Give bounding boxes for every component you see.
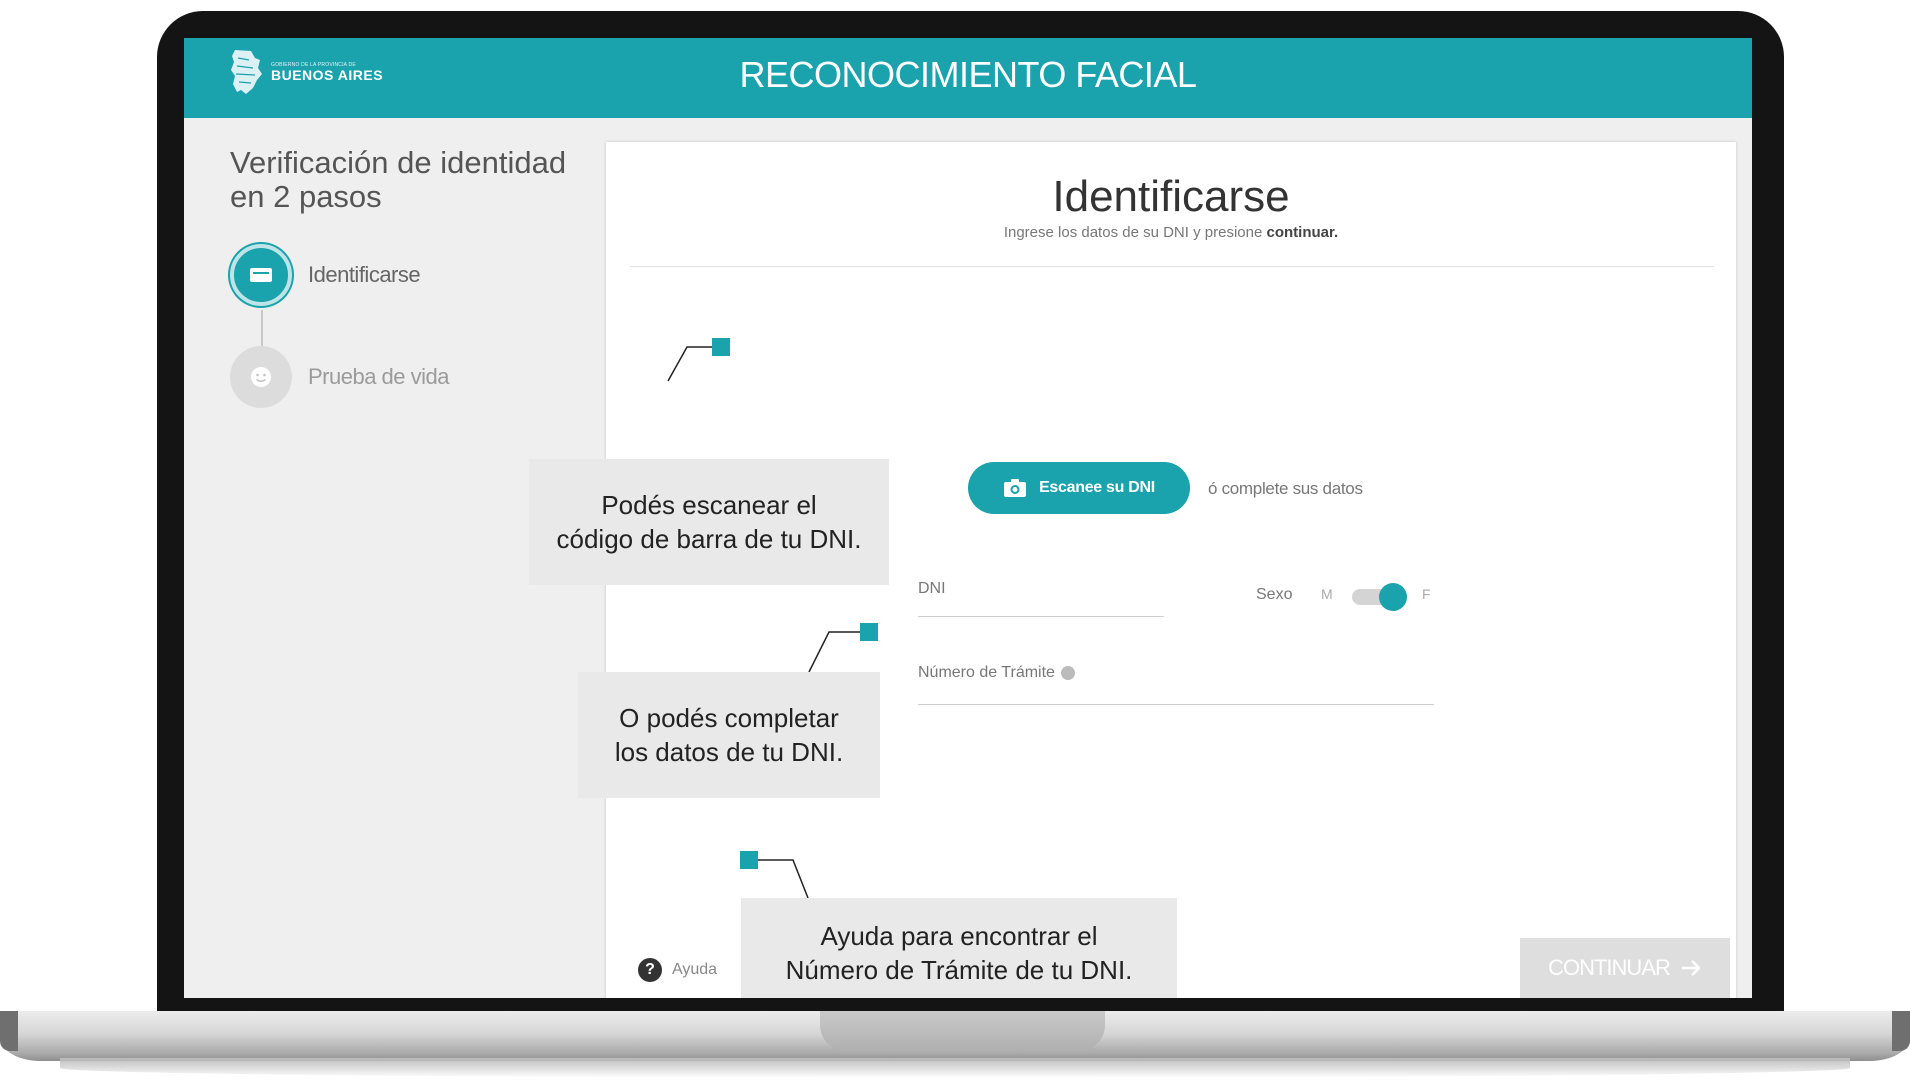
- scan-button-label: Escanee su DNI: [1039, 479, 1155, 496]
- tramite-field-label: Número de Trámite: [918, 664, 1075, 682]
- sexo-option-f: F: [1422, 586, 1431, 602]
- laptop-base-edge-right: [1892, 1011, 1910, 1051]
- sexo-label: Sexo: [1256, 586, 1293, 603]
- arrow-right-icon: [1681, 960, 1701, 976]
- toggle-knob: [1379, 583, 1407, 611]
- scan-dni-button[interactable]: Escanee su DNI: [968, 462, 1190, 514]
- form-title: Identificarse: [1052, 172, 1290, 221]
- sexo-toggle[interactable]: [1352, 583, 1408, 611]
- annotation-line: Ayuda para encontrar el: [820, 921, 1098, 951]
- annotation-line: código de barra de tu DNI.: [556, 524, 862, 554]
- annotation-complete: O podés completar los datos de tu DNI.: [578, 672, 880, 798]
- face-icon: [251, 367, 271, 387]
- dni-input[interactable]: [918, 616, 1164, 617]
- step-identificarse[interactable]: Identificarse: [230, 244, 421, 306]
- camera-icon: [1004, 479, 1027, 497]
- app-title: RECONOCIMIENTO FACIAL: [739, 54, 1197, 95]
- sidebar-title: Verificación de identidad en 2 pasos: [230, 145, 567, 214]
- tramite-input[interactable]: [918, 704, 1434, 705]
- step-label: Identificarse: [308, 262, 421, 287]
- id-card-icon: [250, 268, 272, 282]
- annotation-scan: Podés escanear el código de barra de tu …: [529, 459, 889, 585]
- step-label: Prueba de vida: [308, 364, 450, 389]
- continue-button[interactable]: CONTINUAR: [1520, 938, 1730, 998]
- help-icon: ?: [638, 958, 662, 982]
- step-circle-pending: [230, 346, 292, 408]
- help-link[interactable]: ? Ayuda: [638, 958, 717, 982]
- dni-field-label: DNI: [918, 580, 946, 597]
- divider: [630, 266, 1714, 267]
- annotation-line: Número de Trámite de tu DNI.: [785, 955, 1133, 985]
- tramite-label-text: Número de Trámite: [918, 664, 1055, 681]
- laptop-shadow: [60, 1058, 1850, 1078]
- help-label: Ayuda: [672, 961, 718, 978]
- step-connector: [261, 310, 263, 346]
- step-prueba-de-vida[interactable]: Prueba de vida: [230, 346, 450, 408]
- annotation-help: Ayuda para encontrar el Número de Trámit…: [741, 898, 1177, 998]
- annotation-line: los datos de tu DNI.: [614, 737, 844, 767]
- app-header: GOBIERNO DE LA PROVINCIA DE BUENOS AIRES…: [184, 38, 1752, 118]
- info-icon[interactable]: [1060, 666, 1075, 680]
- laptop-notch: [820, 1011, 1105, 1051]
- step-circle-active: [230, 244, 292, 306]
- continue-button-label: CONTINUAR: [1548, 955, 1671, 980]
- sexo-option-m: M: [1321, 586, 1333, 602]
- form-subtitle: Ingrese los datos de su DNI y presione c…: [606, 224, 1736, 241]
- annotation-line: O podés completar: [619, 703, 839, 733]
- scan-alternative-text: ó complete sus datos: [1208, 479, 1363, 498]
- form-subtitle-emphasis: continuar.: [1266, 224, 1339, 241]
- annotation-line: Podés escanear el: [601, 490, 817, 520]
- laptop-base-edge-left: [0, 1011, 18, 1051]
- form-subtitle-text: Ingrese los datos de su DNI y presione: [1003, 224, 1263, 241]
- laptop-screen: GOBIERNO DE LA PROVINCIA DE BUENOS AIRES…: [184, 38, 1752, 998]
